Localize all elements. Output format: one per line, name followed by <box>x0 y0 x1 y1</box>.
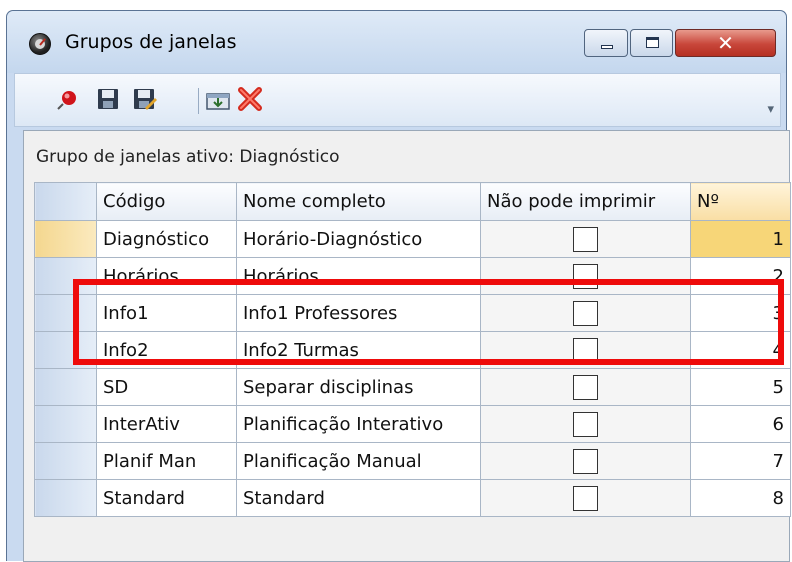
table-header-row: Código Nome completo Não pode imprimir N… <box>34 182 791 221</box>
cell-code[interactable]: Diagnóstico <box>96 220 237 258</box>
no-print-checkbox[interactable] <box>573 485 598 511</box>
close-button[interactable]: ✕ <box>675 29 776 57</box>
cell-name[interactable]: Separar disciplinas <box>236 368 481 406</box>
column-header-no-print[interactable]: Não pode imprimir <box>480 182 691 221</box>
highlight-box <box>73 279 784 365</box>
toolbar-separator <box>198 88 199 114</box>
row-selector[interactable] <box>34 442 97 480</box>
table-row[interactable]: SD Separar disciplinas 5 <box>34 368 791 406</box>
cell-code[interactable]: SD <box>96 368 237 406</box>
corner-header[interactable] <box>34 182 97 221</box>
toolbar-overflow-icon[interactable]: ▾ <box>767 102 774 117</box>
active-group-label: Grupo de janelas ativo: Diagnóstico <box>36 147 340 167</box>
column-header-number[interactable]: Nº <box>690 182 791 221</box>
cell-number[interactable]: 8 <box>690 479 791 517</box>
close-icon: ✕ <box>717 31 734 55</box>
cell-no-print <box>480 220 691 258</box>
app-clock-icon <box>29 33 51 55</box>
table-row[interactable]: Standard Standard 8 <box>34 479 791 517</box>
cell-no-print <box>480 442 691 480</box>
table-row[interactable]: InterAtiv Planificação Interativo 6 <box>34 405 791 443</box>
column-header-code[interactable]: Código <box>96 182 237 221</box>
column-header-name[interactable]: Nome completo <box>236 182 481 221</box>
cell-number[interactable]: 1 <box>690 220 791 258</box>
title-bar[interactable]: Grupos de janelas ✕ <box>7 11 786 73</box>
no-print-checkbox[interactable] <box>573 374 598 400</box>
save-as-icon[interactable] <box>131 86 157 112</box>
cell-no-print <box>480 405 691 443</box>
pin-icon[interactable] <box>55 86 81 112</box>
cell-code[interactable]: InterAtiv <box>96 405 237 443</box>
toolbar: ▾ <box>14 73 781 127</box>
cell-name[interactable]: Standard <box>236 479 481 517</box>
cell-number[interactable]: 5 <box>690 368 791 406</box>
delete-icon[interactable] <box>237 86 263 112</box>
cell-name[interactable]: Planificação Manual <box>236 442 481 480</box>
row-selector[interactable] <box>34 368 97 406</box>
cell-no-print <box>480 479 691 517</box>
import-icon[interactable] <box>205 86 231 112</box>
save-icon[interactable] <box>95 86 121 112</box>
no-print-checkbox[interactable] <box>573 411 598 437</box>
row-selector[interactable] <box>34 479 97 517</box>
no-print-checkbox[interactable] <box>573 226 598 252</box>
cell-number[interactable]: 6 <box>690 405 791 443</box>
minimize-button[interactable] <box>584 29 628 57</box>
row-selector[interactable] <box>34 220 97 258</box>
cell-number[interactable]: 7 <box>690 442 791 480</box>
cell-code[interactable]: Standard <box>96 479 237 517</box>
table-row[interactable]: Planif Man Planificação Manual 7 <box>34 442 791 480</box>
table-row[interactable]: Diagnóstico Horário-Diagnóstico 1 <box>34 220 791 258</box>
window-title: Grupos de janelas <box>65 31 237 53</box>
cell-name[interactable]: Horário-Diagnóstico <box>236 220 481 258</box>
no-print-checkbox[interactable] <box>573 448 598 474</box>
maximize-button[interactable] <box>630 29 673 57</box>
cell-no-print <box>480 368 691 406</box>
cell-code[interactable]: Planif Man <box>96 442 237 480</box>
row-selector[interactable] <box>34 405 97 443</box>
cell-name[interactable]: Planificação Interativo <box>236 405 481 443</box>
